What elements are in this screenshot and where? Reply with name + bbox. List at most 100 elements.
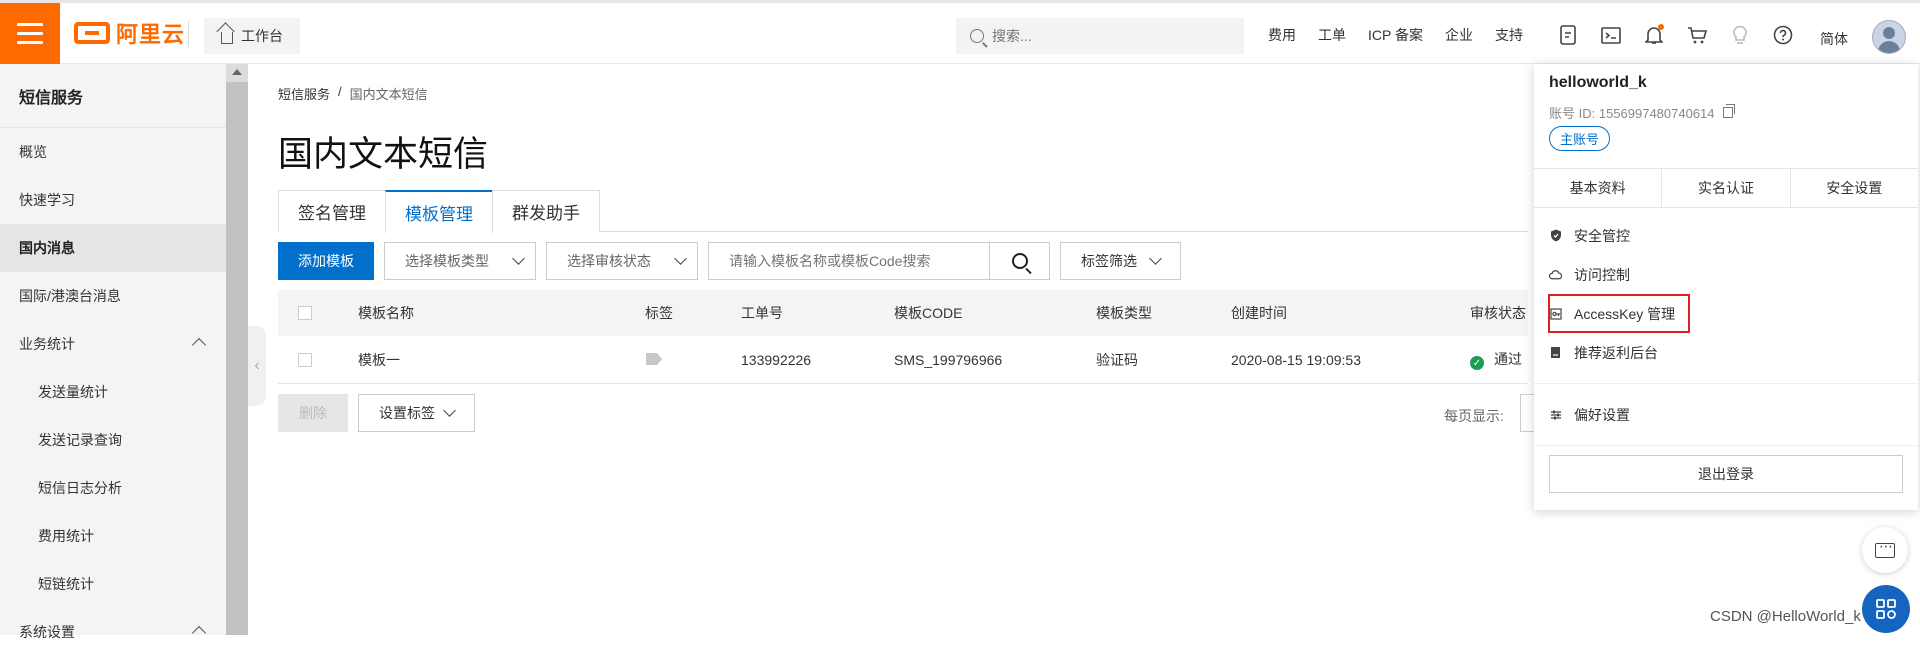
sidebar-item-business-stats[interactable]: 业务统计	[0, 320, 226, 368]
cell-created: 2020-08-15 19:09:53	[1231, 351, 1361, 368]
select-all-checkbox[interactable]	[298, 306, 312, 320]
sidebar-item-send-records[interactable]: 发送记录查询	[0, 416, 226, 464]
delete-button[interactable]: 删除	[278, 394, 348, 432]
search-button[interactable]	[990, 242, 1050, 280]
sidebar-item-international[interactable]: 国际/港澳台消息	[0, 272, 226, 320]
top-bar: 阿里云 工作台 费用 工单 ICP 备案 企业 支持	[0, 0, 1920, 64]
chevron-down-icon	[443, 404, 456, 417]
aliyun-logo[interactable]: 阿里云	[74, 19, 185, 47]
menu-item-label: 偏好设置	[1574, 406, 1630, 423]
divider	[1534, 383, 1918, 384]
app-icon[interactable]	[1557, 24, 1579, 46]
bulb-icon[interactable]	[1729, 24, 1751, 46]
cell-status: ✓ 通过	[1470, 349, 1522, 371]
menu-item-preferences[interactable]: 偏好设置	[1534, 395, 1918, 434]
cell-ticket: 133992226	[741, 351, 812, 368]
menu-item-label: 安全管控	[1574, 227, 1630, 244]
cloud-icon	[1549, 268, 1562, 281]
tab-bar: 签名管理 模板管理 群发助手	[278, 190, 1528, 233]
template-search	[708, 242, 1050, 280]
tab-template[interactable]: 模板管理	[385, 190, 493, 233]
terminal-icon[interactable]	[1600, 24, 1622, 46]
review-status-select[interactable]: 选择审核状态	[546, 242, 698, 280]
sidebar-item-system-settings[interactable]: 系统设置	[0, 608, 226, 656]
sidebar-item-log-analysis[interactable]: 短信日志分析	[0, 464, 226, 512]
account-tabs: 基本资料 实名认证 安全设置	[1534, 168, 1918, 208]
toolbar: 添加模板 选择模板类型 选择审核状态 标签筛选	[278, 242, 1181, 280]
set-tag-button[interactable]: 设置标签	[358, 394, 475, 432]
sidebar-item-overview[interactable]: 概览	[0, 128, 226, 176]
breadcrumb-root[interactable]: 短信服务	[278, 84, 330, 103]
notification-dot	[1658, 24, 1664, 30]
copy-icon[interactable]	[1722, 104, 1735, 118]
tag-icon[interactable]	[646, 353, 662, 365]
account-tab-security[interactable]: 安全设置	[1791, 169, 1918, 207]
top-icons	[1557, 3, 1794, 67]
account-tab-verification[interactable]: 实名认证	[1662, 169, 1791, 207]
row-checkbox[interactable]	[298, 352, 312, 367]
sidebar-item-label: 业务统计	[19, 336, 75, 352]
template-type-select[interactable]: 选择模板类型	[384, 242, 536, 280]
sidebar-item-shortlink-stats[interactable]: 短链统计	[0, 560, 226, 608]
menu-item-label: 访问控制	[1574, 266, 1630, 283]
nav-tickets[interactable]: 工单	[1318, 25, 1346, 45]
divider	[1534, 445, 1918, 446]
global-search-input[interactable]	[992, 28, 1212, 44]
key-icon	[1549, 307, 1562, 320]
menu-item-label: 推荐返利后台	[1574, 344, 1658, 361]
workbench-button[interactable]: 工作台	[204, 18, 300, 54]
select-label: 选择审核状态	[567, 253, 651, 269]
chevron-up-icon	[191, 337, 207, 353]
table-header: 模板名称 标签 工单号 模板CODE 模板类型 创建时间 审核状态	[278, 290, 1528, 336]
scroll-up-arrow-icon[interactable]	[232, 69, 242, 75]
chevron-down-icon	[512, 252, 525, 265]
nav-fees[interactable]: 费用	[1268, 25, 1296, 45]
global-search[interactable]	[956, 18, 1244, 54]
tag-shape	[646, 353, 662, 365]
nav-support[interactable]: 支持	[1495, 25, 1523, 45]
nav-enterprise[interactable]: 企业	[1445, 25, 1473, 45]
breadcrumb-separator: /	[338, 84, 342, 99]
tab-signature[interactable]: 签名管理	[278, 190, 386, 232]
chevron-down-icon	[674, 252, 687, 265]
sidebar-item-send-volume[interactable]: 发送量统计	[0, 368, 226, 416]
chevron-up-icon	[191, 625, 207, 641]
menu-item-referral[interactable]: 推荐返利后台	[1534, 333, 1918, 372]
status-text: 通过	[1494, 350, 1522, 367]
language-switch[interactable]: 简体	[1820, 29, 1848, 49]
tag-filter-button[interactable]: 标签筛选	[1060, 242, 1181, 280]
template-search-input[interactable]	[708, 242, 990, 280]
chat-icon	[1875, 538, 1895, 558]
apps-float-button[interactable]	[1862, 585, 1910, 633]
scrollbar-thumb[interactable]	[226, 82, 248, 635]
bell-icon[interactable]	[1643, 24, 1665, 46]
set-tag-label: 设置标签	[379, 405, 435, 421]
account-tab-profile[interactable]: 基本资料	[1534, 169, 1663, 207]
tab-bulk-send[interactable]: 群发助手	[492, 190, 600, 232]
home-icon	[221, 31, 233, 44]
avatar[interactable]	[1872, 20, 1906, 54]
logo-text: 阿里云	[116, 22, 186, 47]
menu-item-access-control[interactable]: 访问控制	[1534, 255, 1918, 294]
nav-icp[interactable]: ICP 备案	[1368, 25, 1423, 45]
feedback-chat-button[interactable]	[1862, 527, 1908, 573]
sidebar-item-domestic[interactable]: 国内消息	[0, 224, 226, 272]
sidebar-item-quickstart[interactable]: 快速学习	[0, 176, 226, 224]
sidebar-collapse-handle[interactable]: ‹	[248, 326, 266, 406]
sidebar-scrollbar[interactable]	[226, 64, 248, 635]
apps-grid-icon	[1876, 599, 1896, 619]
tag-filter-label: 标签筛选	[1081, 253, 1137, 269]
menu-item-accesskey[interactable]: AccessKey 管理	[1548, 294, 1690, 333]
cell-code: SMS_199796966	[894, 351, 1003, 368]
account-id-text: 账号 ID: 1556997480740614	[1549, 106, 1715, 121]
sidebar-item-cost-stats[interactable]: 费用统计	[0, 512, 226, 560]
table-row[interactable]: 模板一 133992226 SMS_199796966 验证码 2020-08-…	[278, 336, 1528, 384]
add-template-button[interactable]: 添加模板	[278, 242, 374, 280]
logout-button[interactable]: 退出登录	[1549, 455, 1903, 493]
hamburger-menu-button[interactable]	[0, 3, 60, 64]
sidebar-title: 短信服务	[0, 64, 226, 128]
check-circle-icon: ✓	[1470, 356, 1484, 371]
menu-item-security-control[interactable]: 安全管控	[1534, 216, 1918, 255]
cart-icon[interactable]	[1686, 24, 1708, 46]
help-icon[interactable]	[1772, 24, 1794, 46]
